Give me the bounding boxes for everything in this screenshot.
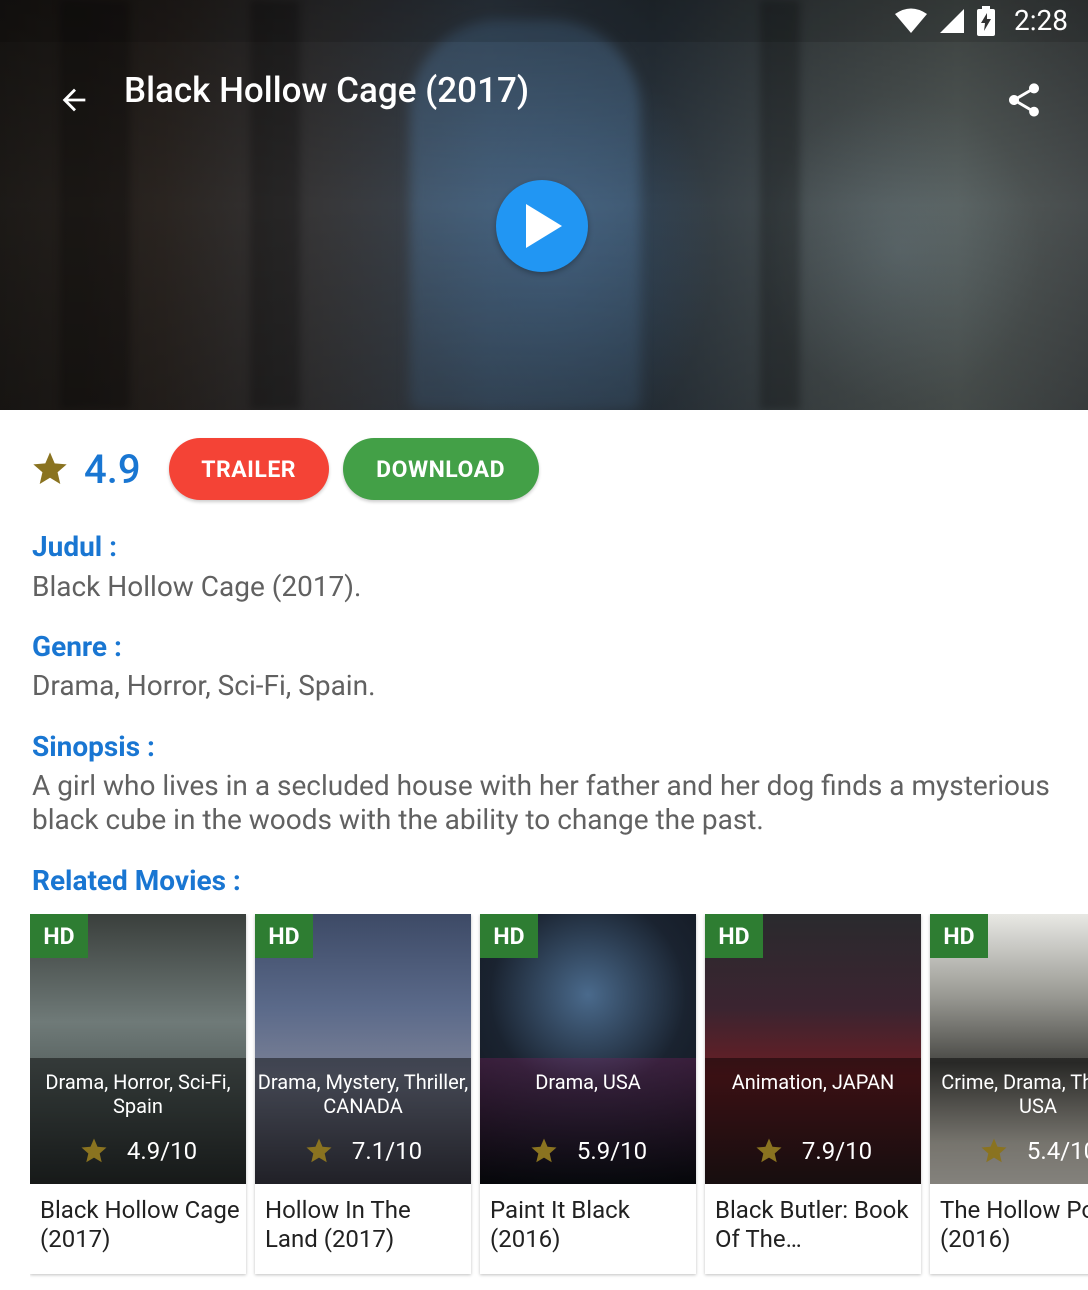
synopsis-value: A girl who lives in a secluded house wit… (32, 769, 1050, 836)
movie-rating-value: 7.9/10 (801, 1137, 873, 1165)
related-movie-card[interactable]: HD Drama, Mystery, Thriller, CANADA 7.1/… (255, 914, 471, 1274)
movie-rating-value: 5.9/10 (576, 1137, 648, 1165)
signal-icon (940, 9, 964, 33)
play-trailer-button[interactable] (496, 180, 588, 272)
rating-value: 4.9 (84, 445, 141, 493)
battery-charging-icon (977, 6, 995, 36)
related-movies-label: Related Movies : (32, 864, 241, 897)
movie-poster: HD Drama, Mystery, Thriller, CANADA 7.1/… (255, 914, 471, 1184)
movie-title: Black Butler: Book Of The… (715, 1196, 909, 1253)
trailer-button[interactable]: TRAILER (168, 438, 329, 500)
back-button[interactable] (46, 72, 102, 128)
arrow-left-icon (62, 88, 86, 112)
genre-label: Genre : (32, 630, 122, 663)
hd-badge: HD (255, 914, 313, 958)
download-button[interactable]: DOWNLOAD (342, 438, 539, 500)
movie-rating: 4.9/10 (30, 1136, 246, 1166)
star-icon (81, 1138, 107, 1163)
genre-value: Drama, Horror, Sci-Fi, Spain. (32, 669, 376, 702)
movie-poster: HD Drama, USA 5.9/10 (480, 914, 696, 1184)
movie-poster: HD Crime, Drama, Thriller, USA 5.4/10 (930, 914, 1088, 1184)
related-movies-list[interactable]: HD Drama, Horror, Sci-Fi, Spain 4.9/10 B… (30, 914, 1088, 1290)
movie-title: The Hollow Point (2016) (940, 1196, 1088, 1253)
movie-title: Black Hollow Cage (2017) (40, 1196, 240, 1253)
play-icon (526, 204, 562, 248)
movie-genre: Drama, Mystery, Thriller, CANADA (257, 1070, 469, 1118)
synopsis-label: Sinopsis : (32, 730, 155, 763)
status-time: 2:28 (1014, 4, 1068, 37)
star-icon (306, 1138, 332, 1163)
movie-title: Paint It Black (2016) (490, 1196, 630, 1253)
movie-poster: HD Animation, JAPAN 7.9/10 (705, 914, 921, 1184)
page-title: Black Hollow Cage (2017) (124, 70, 530, 111)
related-movie-card[interactable]: HD Drama, USA 5.9/10 Paint It Black (201… (480, 914, 696, 1274)
star-icon (531, 1138, 557, 1163)
movie-rating-value: 4.9/10 (126, 1137, 198, 1165)
hd-badge: HD (930, 914, 988, 958)
related-movie-card[interactable]: HD Animation, JAPAN 7.9/10 Black Butler:… (705, 914, 921, 1274)
related-movie-card[interactable]: HD Crime, Drama, Thriller, USA 5.4/10 Th… (930, 914, 1088, 1274)
hd-badge: HD (705, 914, 763, 958)
movie-genre: Animation, JAPAN (731, 1070, 895, 1094)
movie-rating: 5.4/10 (930, 1136, 1088, 1166)
movie-rating: 5.9/10 (480, 1136, 696, 1166)
share-button[interactable] (996, 72, 1052, 128)
app-bar: Black Hollow Cage (2017) (0, 42, 1088, 154)
status-bar: 2:28 (0, 0, 1088, 42)
star-icon (33, 452, 67, 484)
hd-badge: HD (480, 914, 538, 958)
movie-rating: 7.1/10 (255, 1136, 471, 1166)
movie-rating-value: 7.1/10 (351, 1137, 423, 1165)
star-icon (981, 1138, 1007, 1163)
movie-genre: Drama, Horror, Sci-Fi, Spain (45, 1070, 231, 1118)
hd-badge: HD (30, 914, 88, 958)
related-movie-card[interactable]: HD Drama, Horror, Sci-Fi, Spain 4.9/10 B… (30, 914, 246, 1274)
movie-genre: Crime, Drama, Thriller, USA (941, 1070, 1088, 1118)
star-icon (756, 1138, 782, 1163)
movie-title: Hollow In The Land (2017) (265, 1196, 411, 1253)
movie-details: 4.9 TRAILER DOWNLOAD Judul : Black Hollo… (0, 410, 1088, 1290)
share-icon (1009, 83, 1039, 117)
title-value: Black Hollow Cage (2017). (32, 570, 362, 603)
movie-poster: HD Drama, Horror, Sci-Fi, Spain 4.9/10 (30, 914, 246, 1184)
wifi-icon (895, 8, 927, 33)
movie-genre: Drama, USA (535, 1070, 641, 1094)
rating-row: 4.9 TRAILER DOWNLOAD (30, 436, 539, 502)
movie-rating-value: 5.4/10 (1026, 1137, 1088, 1165)
movie-rating: 7.9/10 (705, 1136, 921, 1166)
title-label: Judul : (32, 530, 118, 563)
